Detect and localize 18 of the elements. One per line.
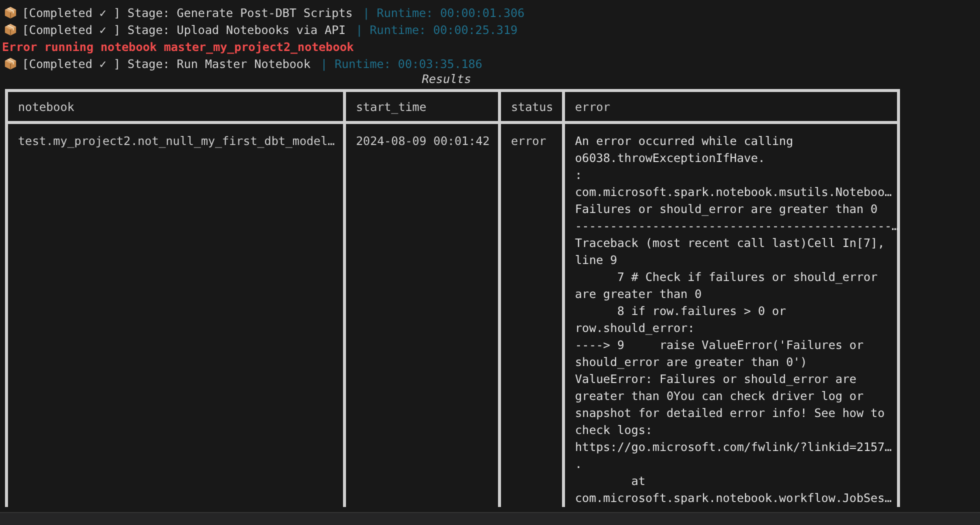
column-header: notebook bbox=[6, 90, 344, 122]
table-cell: 2024-08-09 00:01:42 bbox=[344, 122, 500, 507]
column-header: start_time bbox=[344, 90, 500, 122]
column-header: error bbox=[564, 90, 898, 122]
package-icon bbox=[4, 6, 17, 19]
column-header: status bbox=[500, 90, 564, 122]
error-message: Error running notebook master_my_project2_notebook bbox=[2, 40, 354, 54]
runtime-text: | Runtime: 00:03:35.186 bbox=[320, 56, 482, 70]
table-title: Results bbox=[422, 72, 472, 88]
package-icon bbox=[4, 57, 17, 70]
stage-status: [Completed ✓ ] Stage: Run Master Notebook bbox=[22, 56, 310, 70]
runtime-text: | Runtime: 00:00:25.319 bbox=[356, 22, 518, 36]
table-cell: test.my_project2.not_null_my_first_dbt_model… bbox=[6, 122, 344, 507]
runtime-text: | Runtime: 00:00:01.306 bbox=[362, 6, 525, 20]
stage-status: [Completed ✓ ] Stage: Generate Post-DBT Scripts bbox=[22, 6, 353, 20]
table-cell: error bbox=[500, 122, 564, 507]
stage-status: [Completed ✓ ] Stage: Upload Notebooks via API bbox=[22, 22, 346, 36]
package-icon bbox=[4, 23, 17, 36]
